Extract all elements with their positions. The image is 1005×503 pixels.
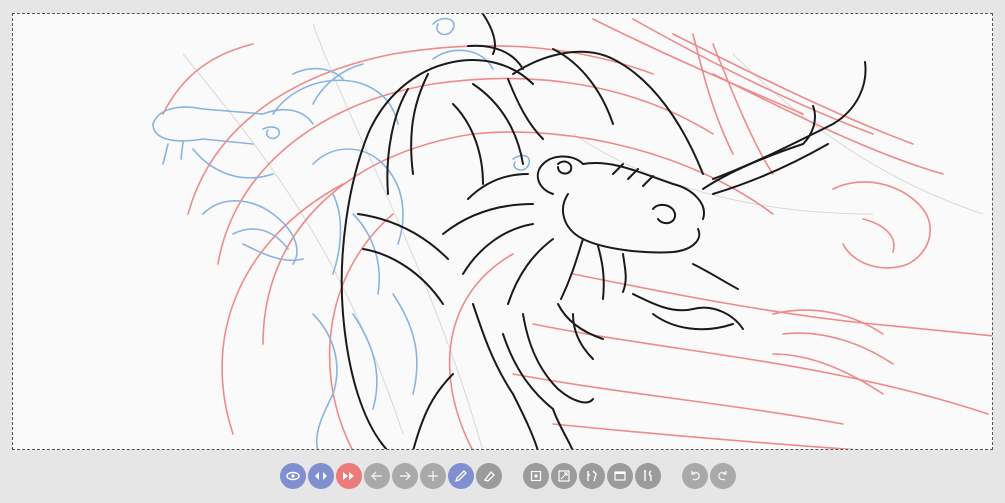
undo-icon	[691, 471, 700, 481]
redo-icon	[718, 471, 727, 481]
undo-button[interactable]	[682, 463, 708, 489]
layer-red-toggle[interactable]	[336, 463, 362, 489]
transform-tool-button[interactable]	[551, 463, 577, 489]
sketch-drawing	[152, 14, 992, 449]
add-frame-button[interactable]	[420, 463, 446, 489]
pencil-icon	[454, 470, 467, 483]
window-icon	[614, 471, 626, 481]
next-frame-button[interactable]	[392, 463, 418, 489]
arrow-right-icon	[400, 471, 411, 481]
eye-icon	[286, 471, 300, 481]
eraser-tool-button[interactable]	[476, 463, 502, 489]
pencil-tool-button[interactable]	[448, 463, 474, 489]
redo-button[interactable]	[710, 463, 736, 489]
black-lineart-layer	[340, 14, 867, 449]
transfer-icon	[343, 472, 354, 480]
prev-frame-button[interactable]	[364, 463, 390, 489]
bottom-toolbar	[0, 462, 1005, 492]
red-draft-layer	[162, 18, 992, 449]
eraser-icon	[483, 471, 495, 482]
transfer-icon	[315, 472, 327, 480]
plus-icon	[428, 471, 438, 481]
layer-blue-toggle[interactable]	[280, 463, 306, 489]
arrow-left-icon	[371, 471, 382, 481]
select-square-icon	[530, 470, 542, 482]
layer-mix-toggle[interactable]	[308, 463, 334, 489]
resize-icon	[558, 470, 570, 482]
wrench-icon	[644, 470, 652, 481]
brush-settings-icon	[587, 470, 597, 482]
panel-toggle-button[interactable]	[607, 463, 633, 489]
brush-settings-button[interactable]	[579, 463, 605, 489]
dragon-sketch-canvas[interactable]	[12, 13, 993, 450]
tools-settings-button[interactable]	[635, 463, 661, 489]
select-tool-button[interactable]	[523, 463, 549, 489]
